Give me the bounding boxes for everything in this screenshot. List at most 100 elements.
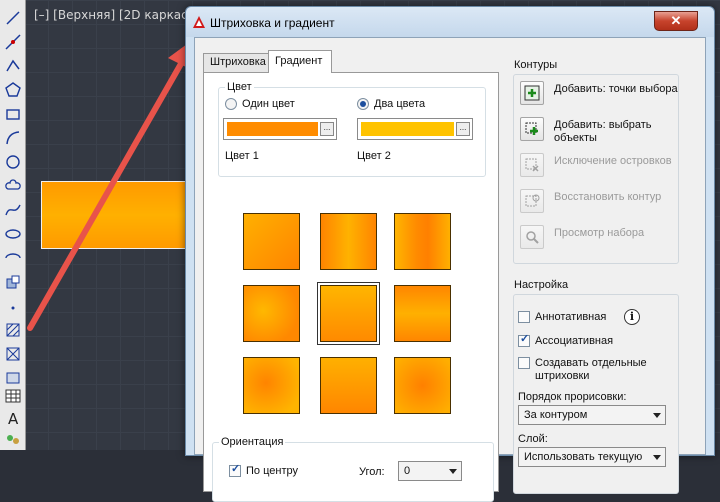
annotative-checkbox[interactable]: Аннотативная bbox=[518, 311, 606, 324]
two-colors-radio-dot bbox=[357, 98, 369, 110]
gradient-inverted-cylinder[interactable] bbox=[394, 213, 451, 270]
one-color-label: Один цвет bbox=[242, 98, 295, 110]
viewport-label[interactable]: [–] [Верхняя] [2D каркас] bbox=[34, 8, 192, 22]
table-tool[interactable] bbox=[2, 386, 24, 406]
one-color-radio-dot bbox=[225, 98, 237, 110]
view-selections-button[interactable]: Просмотр набора bbox=[520, 225, 644, 249]
contours-group-title: Контуры bbox=[514, 59, 558, 71]
orientation-group: Ориентация По центру Угол: 0 bbox=[212, 436, 494, 502]
separate-hatches-checkbox-box bbox=[518, 357, 530, 369]
draw-order-value: За контуром bbox=[524, 409, 588, 421]
hatch-tool[interactable] bbox=[2, 320, 24, 340]
add-pick-points-icon bbox=[520, 81, 544, 105]
angle-label: Угол: bbox=[359, 466, 385, 478]
gradient-curved[interactable] bbox=[394, 285, 451, 342]
separate-hatches-checkbox[interactable]: Создавать отдельные штриховки bbox=[518, 357, 668, 383]
ellipse-tool[interactable] bbox=[2, 224, 24, 244]
tab-hatch-label: Штриховка bbox=[210, 56, 266, 68]
xline-icon bbox=[5, 34, 21, 50]
angle-value: 0 bbox=[404, 465, 411, 477]
color1-swatch bbox=[227, 122, 318, 136]
layer-label: Слой: bbox=[518, 433, 548, 445]
associative-checkbox-box bbox=[518, 333, 530, 347]
ellipse-arc-tool[interactable] bbox=[2, 248, 24, 268]
angle-dropdown[interactable]: 0 bbox=[398, 461, 462, 481]
color1-picker[interactable]: ... bbox=[223, 118, 337, 140]
dialog-title: Штриховка и градиент bbox=[210, 16, 335, 30]
text-icon: A bbox=[8, 410, 19, 427]
gradient-tab-panel: Цвет Один цвет Два цвета ... ... Цвет 1 … bbox=[203, 72, 499, 502]
region-tool[interactable] bbox=[2, 368, 24, 388]
svg-text:A: A bbox=[8, 410, 19, 427]
contours-group: Контуры Добавить: точки выбора Добавить:… bbox=[513, 59, 679, 264]
line-tool[interactable] bbox=[2, 8, 24, 28]
close-icon: ✕ bbox=[670, 13, 682, 28]
two-colors-radio[interactable]: Два цвета bbox=[357, 98, 425, 110]
arc-icon bbox=[6, 131, 20, 145]
tab-hatch[interactable]: Штриховка bbox=[203, 53, 269, 72]
polygon-icon bbox=[5, 82, 21, 97]
spline-icon bbox=[5, 204, 21, 216]
polyline-tool[interactable] bbox=[2, 56, 24, 76]
tab-gradient[interactable]: Градиент bbox=[268, 50, 332, 73]
color2-more-button[interactable]: ... bbox=[456, 122, 470, 136]
polygon-tool[interactable] bbox=[2, 80, 24, 100]
point-icon bbox=[11, 306, 15, 310]
ellipse-arc-icon bbox=[5, 253, 21, 259]
options-group: Настройка Аннотативная i Ассоциативная С… bbox=[513, 279, 679, 494]
color1-more-button[interactable]: ... bbox=[320, 122, 334, 136]
spline-tool[interactable] bbox=[2, 200, 24, 220]
gradient-inv-spherical[interactable] bbox=[243, 357, 300, 414]
recreate-boundary-label: Восстановить контур bbox=[554, 191, 662, 203]
add-pick-points-label: Добавить: точки выбора bbox=[554, 83, 678, 95]
revcloud-tool[interactable] bbox=[2, 176, 24, 196]
recreate-boundary-icon bbox=[520, 189, 544, 213]
draw-order-dropdown[interactable]: За контуром bbox=[518, 405, 666, 425]
gradient-spherical[interactable] bbox=[243, 285, 300, 342]
hatch-icon bbox=[6, 323, 20, 337]
gradient-inv-curved[interactable] bbox=[394, 357, 451, 414]
associative-checkbox[interactable]: Ассоциативная bbox=[518, 333, 614, 348]
color2-swatch bbox=[361, 122, 454, 136]
rectangle-tool[interactable] bbox=[2, 104, 24, 124]
centered-checkbox[interactable]: По центру bbox=[229, 463, 298, 478]
table-icon bbox=[5, 389, 21, 403]
construction-line-tool[interactable] bbox=[2, 32, 24, 52]
dialog-titlebar[interactable]: Штриховка и градиент ✕ bbox=[186, 7, 714, 37]
two-colors-label: Два цвета bbox=[374, 98, 426, 110]
color-group-title: Цвет bbox=[225, 81, 254, 93]
close-button[interactable]: ✕ bbox=[654, 11, 698, 31]
polyline-icon bbox=[6, 59, 20, 72]
color2-label: Цвет 2 bbox=[357, 150, 391, 162]
add-pick-points-button[interactable]: Добавить: точки выбора bbox=[520, 81, 678, 105]
line-icon bbox=[6, 11, 20, 25]
circle-icon bbox=[6, 155, 20, 169]
one-color-radio[interactable]: Один цвет bbox=[225, 98, 295, 110]
remove-islands-button[interactable]: Исключение островков bbox=[520, 153, 672, 177]
gradient-inv-hemispherical[interactable] bbox=[320, 357, 377, 414]
magnifier-icon bbox=[520, 225, 544, 249]
gradient-filled-rectangle[interactable] bbox=[41, 181, 191, 249]
layer-dropdown[interactable]: Использовать текущую bbox=[518, 447, 666, 467]
hatch-gradient-dialog: Штриховка и градиент ✕ Штриховка Градиен… bbox=[185, 6, 715, 502]
separate-hatches-label: Создавать отдельные штриховки bbox=[535, 357, 647, 382]
info-icon[interactable]: i bbox=[624, 309, 640, 325]
recreate-boundary-button[interactable]: Восстановить контур bbox=[520, 189, 661, 213]
add-select-objects-button[interactable]: Добавить: выбрать объекты bbox=[520, 117, 678, 145]
gradient-cylinder[interactable] bbox=[320, 213, 377, 270]
insert-block-tool[interactable] bbox=[2, 272, 24, 292]
gradient-tool[interactable] bbox=[2, 344, 24, 364]
chevron-down-icon bbox=[449, 469, 457, 474]
ellipse-icon bbox=[5, 229, 21, 239]
circle-tool[interactable] bbox=[2, 152, 24, 172]
point-tool[interactable] bbox=[2, 296, 24, 316]
color2-picker[interactable]: ... bbox=[357, 118, 473, 140]
region-icon bbox=[6, 372, 20, 384]
color1-label: Цвет 1 bbox=[225, 150, 259, 162]
gradient-hemispherical[interactable] bbox=[317, 282, 380, 345]
mtext-tool[interactable]: A bbox=[2, 408, 24, 428]
gradient-linear[interactable] bbox=[243, 213, 300, 270]
associative-label: Ассоциативная bbox=[535, 335, 614, 347]
add-selected-tool[interactable] bbox=[2, 428, 24, 448]
arc-tool[interactable] bbox=[2, 128, 24, 148]
